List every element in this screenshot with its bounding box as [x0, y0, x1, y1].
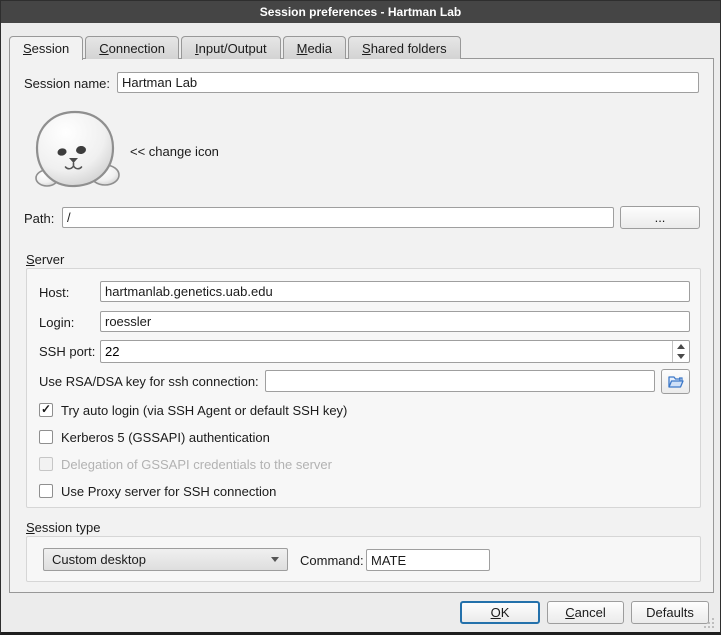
cancel-button[interactable]: Cancel	[547, 601, 624, 624]
checkbox-kerberos[interactable]: Kerberos 5 (GSSAPI) authentication	[39, 429, 270, 445]
tab-media[interactable]: Media	[283, 36, 346, 59]
session-type-dropdown[interactable]: Custom desktop	[43, 548, 288, 571]
rsa-key-browse-button[interactable]	[661, 369, 690, 394]
window-title: Session preferences - Hartman Lab	[260, 5, 461, 19]
checkbox-auto-login-label: Try auto login (via SSH Agent or default…	[61, 403, 347, 418]
ok-button[interactable]: OK	[460, 601, 540, 624]
session-type-group-label: Session type	[26, 520, 100, 535]
rsa-key-label: Use RSA/DSA key for ssh connection:	[39, 374, 259, 389]
command-label: Command:	[300, 553, 364, 568]
spin-up-icon	[677, 344, 685, 349]
ssh-port-spinbox[interactable]	[100, 340, 690, 363]
host-label: Host:	[39, 285, 69, 300]
tab-connection[interactable]: Connection	[85, 36, 179, 59]
checkbox-gssapi-delegation-box	[39, 457, 53, 471]
checkbox-proxy-label: Use Proxy server for SSH connection	[61, 484, 276, 499]
defaults-button[interactable]: Defaults	[631, 601, 709, 624]
ssh-port-label: SSH port:	[39, 344, 95, 359]
login-label: Login:	[39, 315, 74, 330]
path-browse-button[interactable]: ...	[620, 206, 700, 229]
path-label: Path:	[24, 211, 54, 226]
tab-session-label: Session	[23, 41, 69, 56]
checkbox-gssapi-delegation: Delegation of GSSAPI credentials to the …	[39, 456, 332, 472]
command-input[interactable]	[366, 549, 490, 571]
spin-up-button[interactable]	[673, 341, 689, 352]
tab-input-output[interactable]: Input/Output	[181, 36, 281, 59]
host-input[interactable]	[100, 281, 690, 302]
session-type-dropdown-value: Custom desktop	[52, 552, 271, 567]
tab-bar: Session Connection Input/Output Media Sh…	[9, 36, 463, 60]
checkbox-gssapi-delegation-label: Delegation of GSSAPI credentials to the …	[61, 457, 332, 472]
path-input[interactable]	[62, 207, 614, 228]
session-name-label: Session name:	[24, 76, 110, 91]
server-groupbox: Host: Login: SSH port: Use RSA/DSA key f…	[26, 268, 701, 508]
login-input[interactable]	[100, 311, 690, 332]
rsa-key-input[interactable]	[265, 370, 655, 392]
checkbox-auto-login-box: ✓	[39, 403, 53, 417]
spin-down-icon	[677, 354, 685, 359]
checkbox-kerberos-box	[39, 430, 53, 444]
change-icon-label[interactable]: << change icon	[130, 144, 219, 159]
tab-input-output-label: Input/Output	[195, 41, 267, 56]
tab-pane-session: Session name: << ch	[9, 58, 714, 593]
spin-down-button[interactable]	[673, 352, 689, 363]
tab-session[interactable]: Session	[9, 36, 83, 60]
tab-shared-folders[interactable]: Shared folders	[348, 36, 461, 59]
dropdown-arrow-icon	[271, 557, 279, 562]
check-icon: ✓	[41, 403, 51, 415]
server-group-label: Server	[26, 252, 64, 267]
checkbox-proxy-box	[39, 484, 53, 498]
session-preferences-dialog: Session preferences - Hartman Lab Sessio…	[0, 0, 721, 635]
session-type-groupbox: Custom desktop Command:	[26, 536, 701, 582]
ssh-port-input[interactable]	[101, 341, 672, 362]
tab-shared-folders-label: Shared folders	[362, 41, 447, 56]
ssh-port-spin-buttons	[672, 341, 689, 362]
seal-mascot-icon	[29, 109, 122, 191]
session-name-input[interactable]	[117, 72, 699, 93]
checkbox-auto-login[interactable]: ✓ Try auto login (via SSH Agent or defau…	[39, 402, 347, 418]
checkbox-proxy[interactable]: Use Proxy server for SSH connection	[39, 483, 276, 499]
resize-grip[interactable]	[702, 616, 716, 630]
folder-open-icon	[667, 374, 685, 390]
tab-media-label: Media	[297, 41, 332, 56]
session-icon[interactable]	[29, 109, 122, 191]
titlebar[interactable]: Session preferences - Hartman Lab	[1, 1, 720, 23]
checkbox-kerberos-label: Kerberos 5 (GSSAPI) authentication	[61, 430, 270, 445]
tab-connection-label: Connection	[99, 41, 165, 56]
